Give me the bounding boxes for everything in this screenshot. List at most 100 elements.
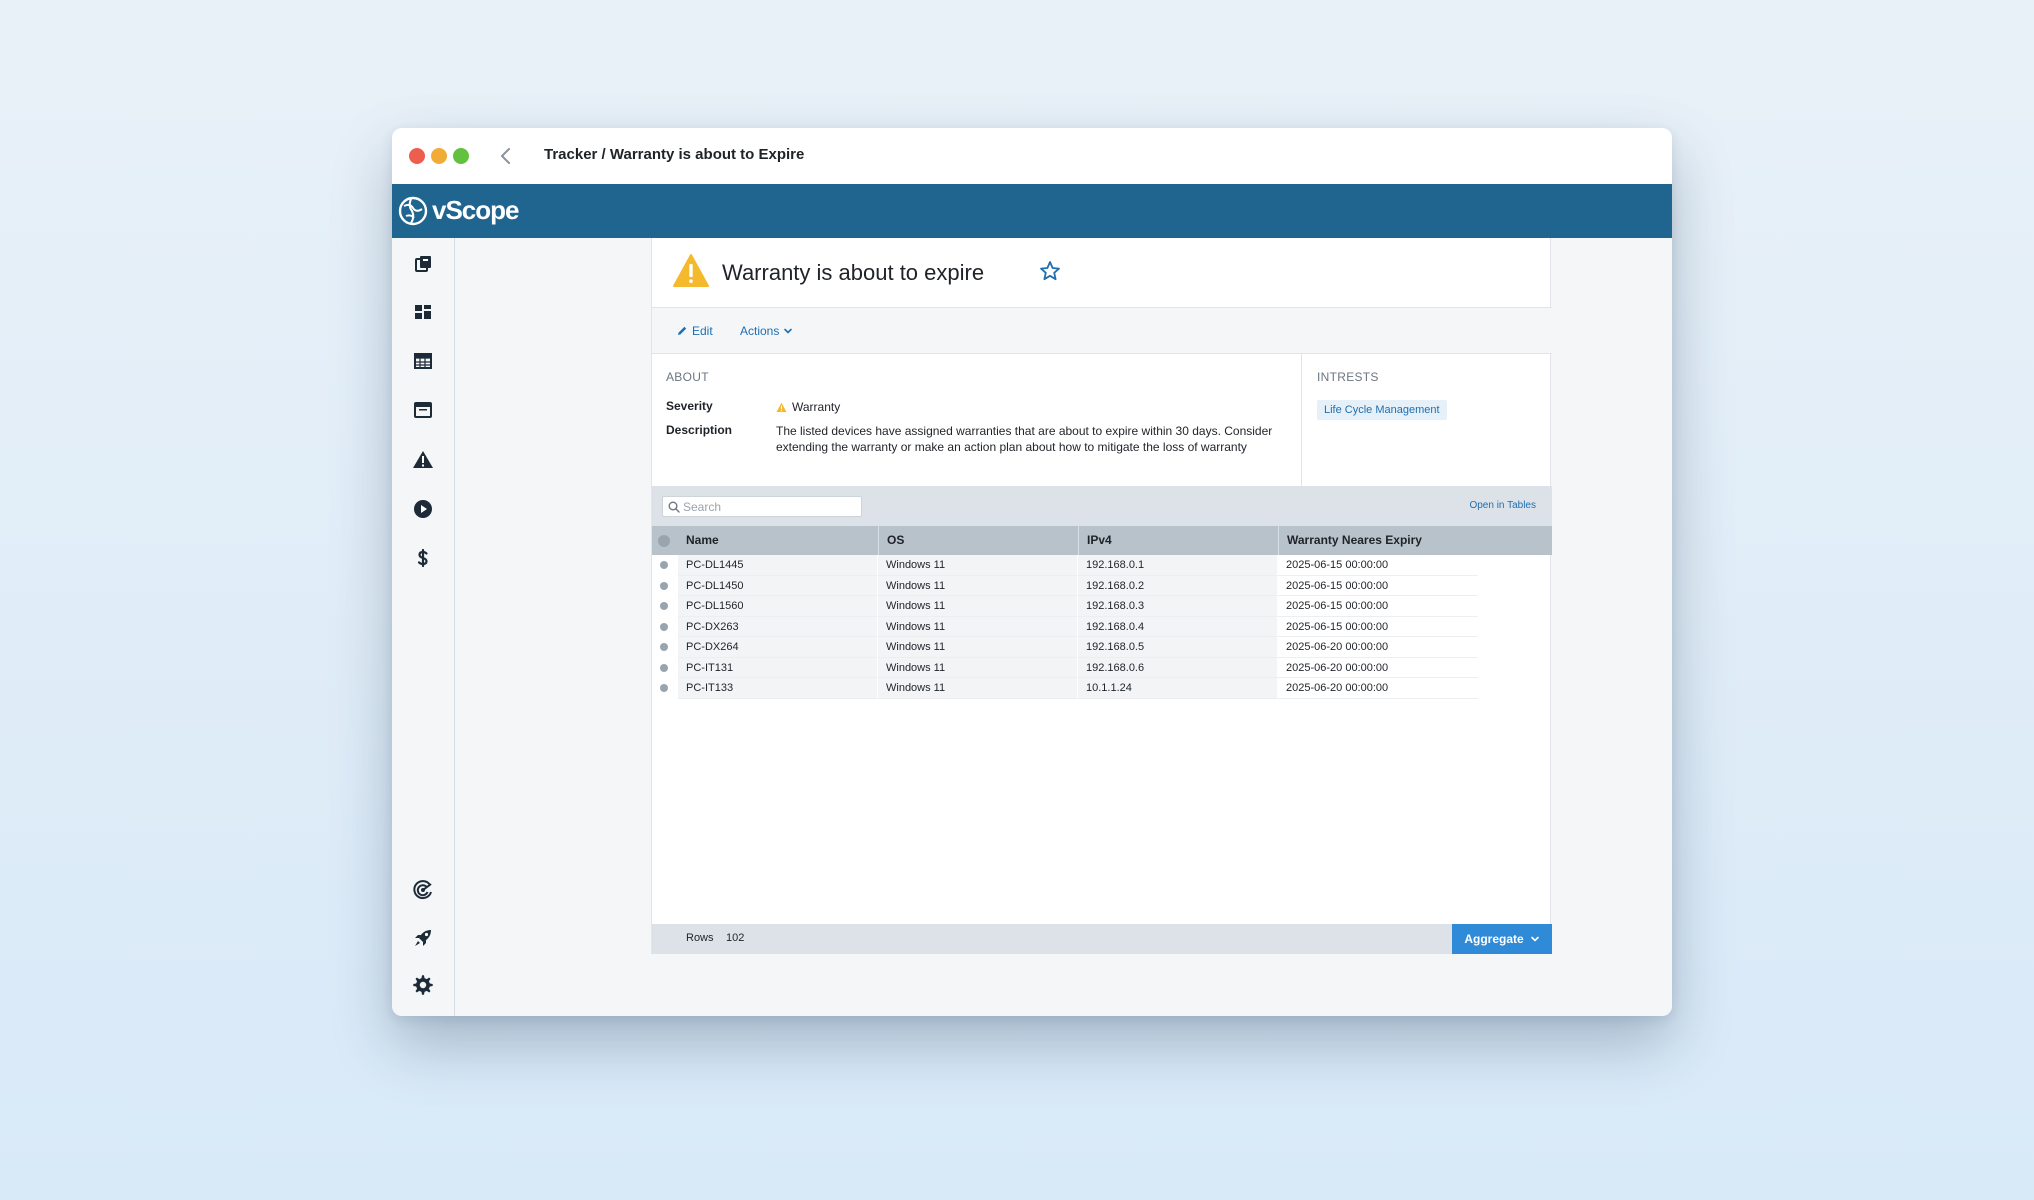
star-icon[interactable] [1039,260,1061,282]
main-area: Warranty is about to expire Edit Actions [455,238,1672,1016]
cell-name: PC-IT133 [678,678,878,699]
toolbar: Edit Actions [652,308,1552,354]
chevron-down-icon [1530,936,1539,942]
actions-label: Actions [740,324,780,338]
cell-name: PC-DL1450 [678,575,878,596]
alert-icon[interactable] [412,449,434,471]
rocket-icon[interactable] [412,927,434,949]
table-row[interactable]: PC-IT133 Windows 11 10.1.1.24 2025-06-20 00… [652,678,1552,699]
interests-section: INTRESTS Life Cycle Management [1303,354,1552,486]
warning-icon [673,254,709,287]
row-status-dot [660,581,668,590]
column-header-warranty-expiry[interactable]: Warranty Neares Expiry [1278,526,1552,555]
cell-ipv4: 192.168.0.5 [1078,637,1278,658]
edit-label: Edit [692,324,713,338]
row-status-dot [660,684,668,692]
card-header: Warranty is about to expire [652,238,1552,308]
cell-warranty-expiry: 2025-06-15 00:00:00 [1278,596,1478,617]
cell-ipv4: 192.168.0.1 [1078,555,1278,576]
cell-os: Windows 11 [878,555,1078,576]
search-icon [668,501,680,513]
interests-heading: INTRESTS [1317,370,1379,384]
cell-warranty-expiry: 2025-06-15 00:00:00 [1278,555,1478,576]
cell-os: Windows 11 [878,637,1078,658]
cell-warranty-expiry: 2025-06-20 00:00:00 [1278,637,1478,658]
cell-ipv4: 192.168.0.3 [1078,596,1278,617]
table-footer: Rows 102 Aggregate [652,924,1552,954]
table-row[interactable]: PC-DX264 Windows 11 192.168.0.5 2025-06-20 … [652,637,1552,658]
cell-os: Windows 11 [878,596,1078,617]
table-row[interactable]: PC-IT131 Windows 11 192.168.0.6 2025-06-20 … [652,657,1552,678]
description-value: The listed devices have assigned warrant… [776,424,1273,454]
cell-name: PC-DL1445 [678,555,878,576]
cell-ipv4: 192.168.0.6 [1078,657,1278,678]
open-in-tables-link[interactable]: Open in Tables [1469,500,1536,511]
about-section: ABOUT Severity Warranty Description The … [652,354,1302,486]
close-window-button[interactable] [409,148,425,164]
small-warning-icon [776,402,787,412]
cell-ipv4: 10.1.1.24 [1078,678,1278,699]
cell-name: PC-DX263 [678,616,878,637]
play-icon[interactable] [412,498,434,520]
dollar-icon[interactable] [412,547,434,569]
severity-value: Warranty [776,399,840,415]
cell-ipv4: 192.168.0.4 [1078,616,1278,637]
table-search-bar: Open in Tables [652,486,1552,526]
interest-tag[interactable]: Life Cycle Management [1317,400,1447,420]
library-icon[interactable] [412,253,434,275]
chevron-down-icon [784,328,793,334]
page-title: Warranty is about to expire [722,260,985,285]
cell-name: PC-IT131 [678,657,878,678]
minimize-window-button[interactable] [431,148,447,164]
window-title: Tracker / Warranty is about to Expire [544,146,805,163]
table-body: PC-DL1445 Windows 11 192.168.0.1 2025-06-15… [652,555,1552,699]
row-status-dot [660,663,668,672]
app-window: Tracker / Warranty is about to Expire vS… [392,128,1672,1016]
rows-count: 102 [726,932,745,944]
row-status-dot [660,622,668,631]
cell-os: Windows 11 [878,657,1078,678]
brand-name[interactable]: vScope [432,195,519,226]
aggregate-button[interactable]: Aggregate [1452,924,1552,954]
table-row[interactable]: PC-DL1445 Windows 11 192.168.0.1 2025-06-15… [652,555,1552,576]
sidebar [392,238,455,1016]
pencil-icon [678,326,687,335]
gear-icon[interactable] [412,974,434,996]
table-row[interactable]: PC-DX263 Windows 11 192.168.0.4 2025-06-15 … [652,616,1552,637]
cell-ipv4: 192.168.0.2 [1078,575,1278,596]
cell-name: PC-DL1560 [678,596,878,617]
row-status-dot [660,602,668,610]
cell-warranty-expiry: 2025-06-15 00:00:00 [1278,576,1478,596]
about-heading: ABOUT [666,370,709,384]
table-header: Name OS IPv4 Warranty Neares Expiry [652,526,1552,555]
dashboard-icon[interactable] [412,301,434,323]
description-label: Description [666,423,733,437]
aggregate-label: Aggregate [1464,932,1524,946]
back-chevron-icon[interactable] [494,144,518,168]
cell-os: Windows 11 [878,678,1078,699]
table-row[interactable]: PC-DL1450 Windows 11 192.168.0.2 2025-06-15… [652,575,1552,596]
table-icon[interactable] [412,350,434,372]
radar-icon[interactable] [412,879,434,901]
actions-dropdown[interactable]: Actions [740,324,793,338]
table-row[interactable]: PC-DL1560 Windows 11 192.168.0.3 2025-06-15… [652,596,1552,617]
rows-label: Rows [686,932,714,944]
select-all-indicator[interactable] [658,535,670,547]
window-icon[interactable] [412,399,434,421]
maximize-window-button[interactable] [453,148,469,164]
severity-text: Warranty [792,400,841,414]
globe-logo-icon[interactable] [398,196,428,226]
search-input[interactable] [683,499,855,514]
search-box [662,496,862,517]
tracker-card: Warranty is about to expire Edit Actions [651,238,1552,954]
column-header-ipv4[interactable]: IPv4 [1078,526,1278,555]
cell-warranty-expiry: 2025-06-15 00:00:00 [1278,617,1478,637]
severity-label: Severity [666,399,713,413]
edit-button[interactable]: Edit [676,324,713,338]
column-header-name[interactable]: Name [678,526,878,555]
cell-os: Windows 11 [878,616,1078,637]
column-header-os[interactable]: OS [878,526,1078,555]
cell-name: PC-DX264 [678,637,878,658]
row-status-dot [660,643,668,651]
cell-os: Windows 11 [878,575,1078,596]
